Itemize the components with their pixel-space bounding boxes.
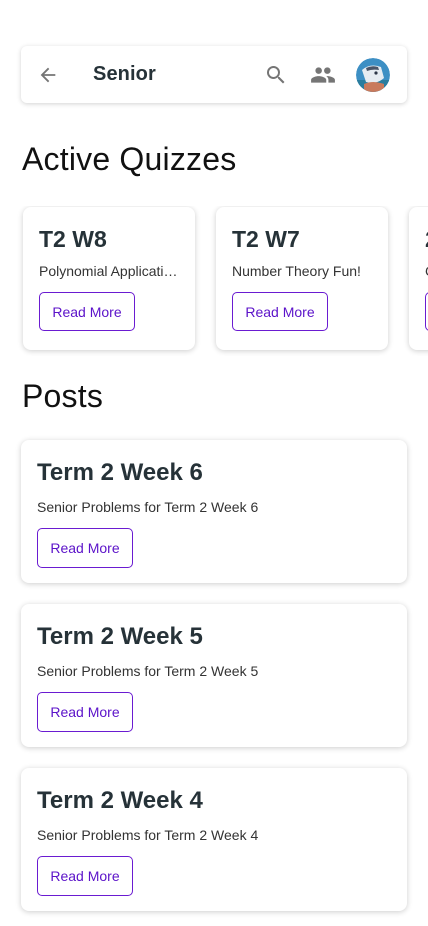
post-card-title: Term 2 Week 5 [37, 623, 203, 650]
quiz-carousel[interactable]: T2 W8 Polynomial Applications Read More … [0, 206, 428, 356]
read-more-button[interactable]: Read More [37, 528, 133, 568]
post-card-description: Senior Problems for Term 2 Week 6 [37, 499, 259, 515]
top-app-bar: Senior [21, 46, 407, 103]
quiz-card-description: Polynomial Applications [39, 263, 179, 279]
quiz-card[interactable]: T2 W7 Number Theory Fun! Read More [216, 207, 388, 350]
read-more-button[interactable]: Read More [37, 692, 133, 732]
post-card-title: Term 2 Week 6 [37, 459, 203, 486]
avatar[interactable] [356, 57, 390, 92]
quiz-card-description: Number Theory Fun! [232, 263, 361, 279]
post-card-description: Senior Problems for Term 2 Week 5 [37, 663, 259, 679]
search-button[interactable] [263, 62, 289, 88]
posts-heading: Posts [22, 378, 104, 414]
page-title: Senior [93, 63, 156, 85]
people-button[interactable] [310, 62, 336, 88]
back-button[interactable] [35, 62, 61, 88]
header-actions [263, 57, 390, 92]
read-more-button[interactable]: Read More [232, 292, 328, 331]
post-card[interactable]: Term 2 Week 4 Senior Problems for Term 2… [21, 768, 407, 911]
quiz-card-title: T2 W7 [232, 226, 300, 252]
read-more-button[interactable]: Read More [37, 856, 133, 896]
quiz-card[interactable]: 2 C [409, 207, 428, 350]
search-icon [267, 65, 285, 83]
post-card[interactable]: Term 2 Week 5 Senior Problems for Term 2… [21, 604, 407, 747]
post-card[interactable]: Term 2 Week 6 Senior Problems for Term 2… [21, 440, 407, 583]
user-avatar-icon [356, 57, 390, 92]
quiz-card-title: T2 W8 [39, 226, 107, 252]
post-card-title: Term 2 Week 4 [37, 787, 203, 814]
post-card-description: Senior Problems for Term 2 Week 4 [37, 827, 259, 843]
people-icon [311, 66, 335, 83]
quiz-card[interactable]: T2 W8 Polynomial Applications Read More [23, 207, 195, 350]
active-quizzes-heading: Active Quizzes [22, 141, 237, 177]
arrow-back-icon [40, 67, 56, 82]
read-more-button[interactable]: Read More [39, 292, 135, 331]
